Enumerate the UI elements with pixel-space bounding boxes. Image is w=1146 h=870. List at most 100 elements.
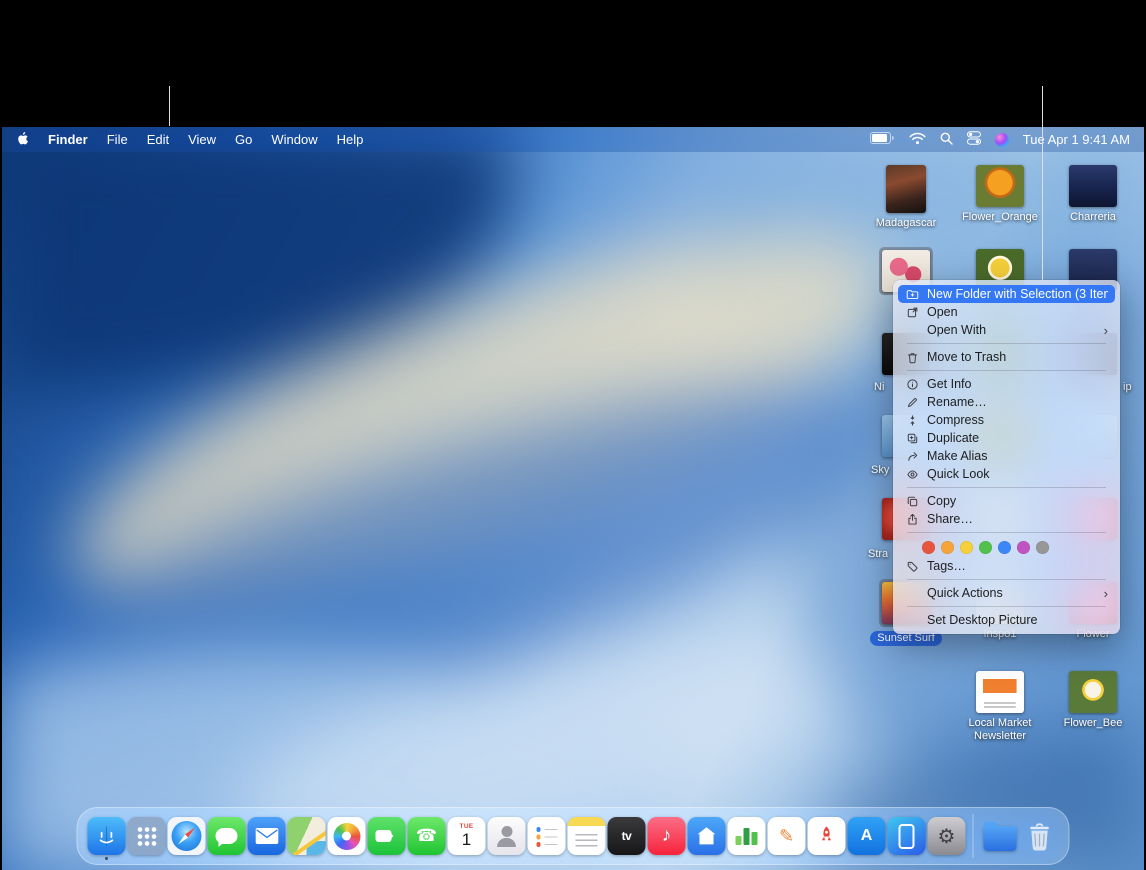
- app-store-a-glyph: A: [861, 827, 873, 845]
- dock-item-numbers[interactable]: [728, 817, 766, 855]
- desktop-icon-label-partial: Stra: [868, 548, 888, 560]
- madagascar-thumbnail: [886, 165, 926, 213]
- menu-item-open[interactable]: Open: [898, 303, 1115, 321]
- flower-orange-thumbnail: [976, 165, 1024, 207]
- trash-icon: [905, 350, 920, 365]
- info-icon: [905, 377, 920, 392]
- desktop-icon-flower-orange[interactable]: Flower_Orange: [952, 165, 1048, 224]
- no-icon: [905, 613, 920, 628]
- desktop-icon-charreria[interactable]: Charreria: [1045, 165, 1141, 224]
- no-icon: [905, 323, 920, 338]
- desktop-icon-label: Charreria: [1070, 211, 1116, 224]
- menu-item-get-info[interactable]: Get Info: [898, 375, 1115, 393]
- share-icon: [905, 512, 920, 527]
- tag-color-dot[interactable]: [941, 541, 954, 554]
- desktop-icon-local-market-newsletter[interactable]: Local Market Newsletter: [952, 671, 1048, 743]
- menu-view[interactable]: View: [188, 132, 216, 147]
- dock-item-messages[interactable]: [208, 817, 246, 855]
- menu-bar-clock[interactable]: Tue Apr 1 9:41 AM: [1023, 132, 1130, 147]
- desktop-icon-madagascar[interactable]: Madagascar: [858, 165, 954, 230]
- dock-item-trash[interactable]: [1021, 817, 1059, 855]
- tag-color-dot[interactable]: [1036, 541, 1049, 554]
- menu-window[interactable]: Window: [271, 132, 317, 147]
- menu-help[interactable]: Help: [337, 132, 364, 147]
- charreria-thumbnail: [1069, 165, 1117, 207]
- launchpad-grid-icon: [136, 826, 157, 847]
- menu-item-label: Open: [927, 305, 958, 319]
- dock-item-safari[interactable]: [168, 817, 206, 855]
- wifi-icon[interactable]: [909, 132, 926, 148]
- tag-color-dot[interactable]: [1017, 541, 1030, 554]
- tag-color-dot[interactable]: [979, 541, 992, 554]
- dock-item-notes[interactable]: [568, 817, 606, 855]
- dock-item-launchpad[interactable]: [128, 817, 166, 855]
- control-center-icon[interactable]: [967, 131, 981, 148]
- dock-item-pages[interactable]: ✎: [768, 817, 806, 855]
- tag-icon: [905, 559, 920, 574]
- rocket-icon: [815, 824, 839, 848]
- iphone-outline-icon: [899, 824, 915, 849]
- menu-item-tags[interactable]: Tags…: [898, 557, 1115, 575]
- menu-item-share[interactable]: Share…: [898, 510, 1115, 528]
- menu-item-quick-look[interactable]: Quick Look: [898, 465, 1115, 483]
- menu-separator: [907, 532, 1106, 533]
- menu-separator: [907, 343, 1106, 344]
- eye-icon: [905, 467, 920, 482]
- dock-item-app-store[interactable]: A: [848, 817, 886, 855]
- menu-item-quick-actions[interactable]: Quick Actions ›: [898, 584, 1115, 602]
- tag-color-dot[interactable]: [922, 541, 935, 554]
- dock-item-home[interactable]: [688, 817, 726, 855]
- rename-pencil-icon: [905, 395, 920, 410]
- pen-icon: ✎: [779, 826, 794, 847]
- menu-item-make-alias[interactable]: Make Alias: [898, 447, 1115, 465]
- siri-icon[interactable]: [995, 133, 1009, 147]
- tag-colors-row: [893, 537, 1120, 557]
- dock-item-calendar[interactable]: Tue 1: [448, 817, 486, 855]
- tag-color-dot[interactable]: [960, 541, 973, 554]
- dock-item-tv[interactable]: tv: [608, 817, 646, 855]
- menu-item-rename[interactable]: Rename…: [898, 393, 1115, 411]
- desktop-icon-flower-bee[interactable]: Flower_Bee: [1045, 671, 1141, 730]
- menu-edit[interactable]: Edit: [147, 132, 169, 147]
- flower-bee-thumbnail: [1069, 671, 1117, 713]
- dock-item-mail[interactable]: [248, 817, 286, 855]
- submenu-chevron-icon: ›: [1104, 324, 1108, 337]
- dock-item-photos[interactable]: [328, 817, 366, 855]
- apple-menu[interactable]: [16, 131, 29, 149]
- calendar-icon: Tue 1: [460, 824, 474, 849]
- notes-lines-icon: [576, 834, 598, 847]
- menu-item-label: Compress: [927, 413, 984, 427]
- dock-item-phone[interactable]: ☎: [408, 817, 446, 855]
- menu-item-compress[interactable]: Compress: [898, 411, 1115, 429]
- dock-item-maps[interactable]: [288, 817, 326, 855]
- menu-item-copy[interactable]: Copy: [898, 492, 1115, 510]
- dock-item-downloads[interactable]: [981, 817, 1019, 855]
- dock-item-music[interactable]: ♪: [648, 817, 686, 855]
- dock-item-reminders[interactable]: [528, 817, 566, 855]
- dock-item-facetime[interactable]: [368, 817, 406, 855]
- spotlight-icon[interactable]: [940, 132, 953, 148]
- calendar-day: 1: [462, 831, 471, 848]
- menu-finder[interactable]: Finder: [48, 132, 88, 147]
- dock: ☎ Tue 1 tv ♪ ✎ A ⚙: [77, 807, 1070, 865]
- dock-item-system-settings[interactable]: ⚙: [928, 817, 966, 855]
- phone-handset-icon: ☎: [416, 826, 437, 846]
- desktop-icon-label: Flower_Bee: [1064, 717, 1123, 730]
- dock-item-contacts[interactable]: [488, 817, 526, 855]
- desktop-icon-label-partial: Sky: [871, 464, 889, 476]
- tag-color-dot[interactable]: [998, 541, 1011, 554]
- menu-item-duplicate[interactable]: Duplicate: [898, 429, 1115, 447]
- menu-go[interactable]: Go: [235, 132, 252, 147]
- dock-item-finder[interactable]: [88, 817, 126, 855]
- battery-icon[interactable]: [870, 132, 895, 147]
- menu-file[interactable]: File: [107, 132, 128, 147]
- menu-item-label: Quick Actions: [927, 586, 1003, 600]
- gear-icon: ⚙: [938, 824, 956, 849]
- menu-item-open-with[interactable]: Open With ›: [898, 321, 1115, 339]
- menu-item-move-to-trash[interactable]: Move to Trash: [898, 348, 1115, 366]
- menu-item-set-desktop-picture[interactable]: Set Desktop Picture: [898, 611, 1115, 629]
- dock-item-iphone-mirroring[interactable]: [888, 817, 926, 855]
- house-icon: [696, 825, 718, 847]
- menu-item-new-folder-with-selection[interactable]: New Folder with Selection (3 Items): [898, 285, 1115, 303]
- dock-item-games[interactable]: [808, 817, 846, 855]
